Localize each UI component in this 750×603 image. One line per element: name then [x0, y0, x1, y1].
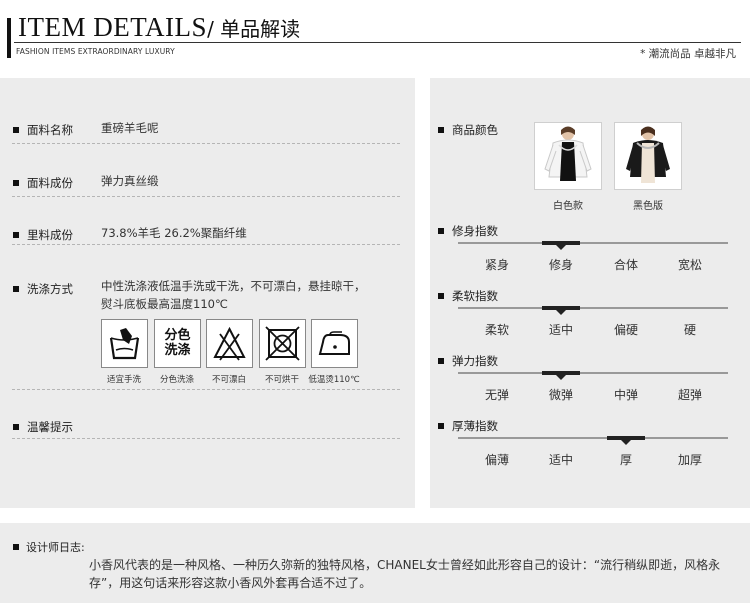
bullet-square: [13, 424, 19, 430]
bullet-square: [13, 232, 19, 238]
index-label: 弹力指数: [452, 354, 498, 368]
scale-line: [458, 372, 728, 374]
index-label: 柔软指数: [452, 289, 498, 303]
bullet-square: [438, 228, 444, 234]
bullet-square: [438, 358, 444, 364]
scale-option: 超弹: [677, 388, 702, 402]
black-jacket-photo[interactable]: [614, 122, 682, 190]
scale-option: 适中: [548, 453, 573, 467]
hand-wash-icon: [101, 319, 148, 368]
divider: [12, 244, 400, 245]
divider: [12, 438, 400, 439]
scale-line: [458, 242, 728, 244]
white-jacket-photo[interactable]: [534, 122, 602, 190]
divider: [12, 196, 400, 197]
scale-marker: [542, 371, 580, 380]
scale-marker: [607, 436, 645, 445]
index-label: 厚薄指数: [452, 419, 498, 433]
washing-line-1: 中性洗涤液低温手洗或干洗，不可漂白，悬挂晾干，: [101, 279, 366, 293]
scale-option: 适中: [548, 323, 573, 337]
scale-option: 偏硬: [613, 323, 638, 337]
title-cn: / 单品解读: [207, 17, 301, 41]
tips-label: 温馨提示: [27, 420, 73, 434]
washing-line-2: 熨斗底板最高温度110℃: [101, 297, 228, 311]
scale-option: 合体: [613, 258, 638, 272]
color-label: 商品颜色: [452, 123, 498, 137]
page-title: ITEM DETAILS/ 单品解读: [18, 12, 300, 43]
header-accent-bar: [7, 18, 11, 58]
bullet-square: [438, 127, 444, 133]
bullet-square: [438, 293, 444, 299]
index-label: 修身指数: [452, 224, 498, 238]
bullet-square: [13, 180, 19, 186]
fabric-name-value: 重磅羊毛呢: [101, 121, 159, 135]
scale-line: [458, 437, 728, 439]
scale-marker: [542, 306, 580, 315]
fabric-composition-value: 弹力真丝缎: [101, 174, 159, 188]
scale-option: 无弹: [484, 388, 509, 402]
scale-line: [458, 307, 728, 309]
no-tumble-dry-caption: 不可烘干: [264, 375, 299, 385]
lining-composition-label: 里料成份: [27, 228, 73, 242]
scale-option: 加厚: [677, 453, 702, 467]
bullet-square: [13, 286, 19, 292]
separate-wash-icon: 分色 洗涤: [154, 319, 201, 368]
header-divider: [14, 42, 741, 43]
washing-label: 洗涤方式: [27, 282, 73, 296]
separate-wash-text-bottom: 洗涤: [164, 343, 191, 358]
header-subtitle: FASHION ITEMS EXTRAORDINARY LUXURY: [16, 47, 175, 56]
scale-option: 宽松: [677, 258, 702, 272]
scale-option: 中弹: [613, 388, 638, 402]
divider: [12, 143, 400, 144]
no-bleach-caption: 不可漂白: [211, 375, 246, 385]
hand-wash-caption: 适宜手洗: [106, 375, 141, 385]
fabric-composition-label: 面料成份: [27, 176, 73, 190]
fabric-name-label: 面料名称: [27, 123, 73, 137]
header-slogan: * 潮流尚品 卓越非凡: [640, 48, 736, 60]
designer-note-label: 设计师日志:: [26, 541, 85, 554]
title-en: ITEM DETAILS: [18, 12, 208, 42]
bullet-square: [13, 127, 19, 133]
low-iron-caption: 低温烫110℃: [308, 375, 360, 385]
bullet-square: [13, 544, 19, 550]
scale-marker: [542, 241, 580, 250]
scale-option: 柔软: [484, 323, 509, 337]
scale-option: 偏薄: [484, 453, 509, 467]
scale-option: 修身: [548, 258, 573, 272]
separate-wash-caption: 分色洗涤: [159, 375, 194, 385]
divider: [12, 389, 400, 390]
separate-wash-text-top: 分色: [164, 328, 191, 343]
designer-note-text: 小香风代表的是一种风格、一种历久弥新的独特风格，CHANEL女士曾经如此形容自己…: [89, 558, 721, 590]
white-color-caption: 白色款: [553, 201, 583, 212]
scale-option: 厚: [619, 453, 632, 467]
lining-composition-value: 73.8%羊毛 26.2%聚酯纤维: [101, 226, 247, 240]
scale-option: 硬: [683, 323, 696, 337]
black-color-caption: 黑色版: [633, 201, 663, 212]
low-iron-icon: [311, 319, 358, 368]
scale-option: 微弹: [548, 388, 573, 402]
bullet-square: [438, 423, 444, 429]
no-bleach-icon: [206, 319, 253, 368]
no-tumble-dry-icon: [259, 319, 306, 368]
scale-option: 紧身: [484, 258, 509, 272]
